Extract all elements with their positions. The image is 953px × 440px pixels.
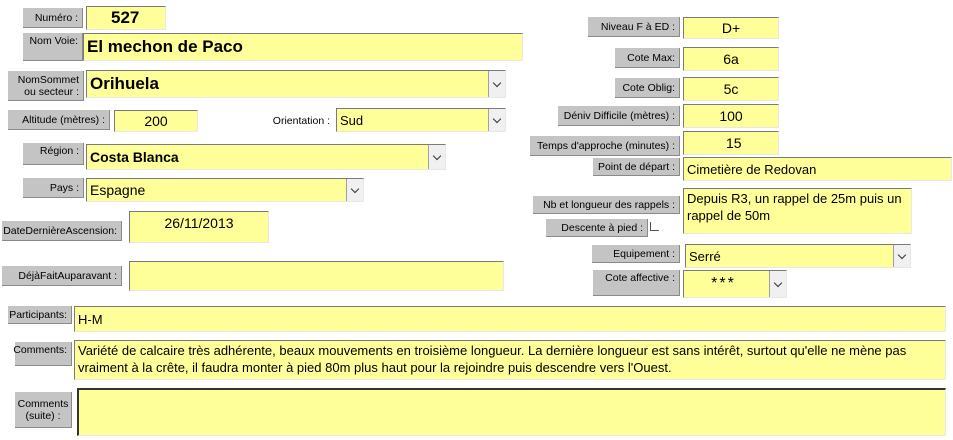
date-derniere-label: DateDernièreAscension: <box>2 221 122 241</box>
nom-sommet-value: Orihuela <box>90 74 159 93</box>
region-dropdown-button[interactable] <box>428 145 445 169</box>
deniv-label: Déniv Difficile (mètres) : <box>558 106 680 126</box>
temps-label: Temps d'approche (minutes) : <box>530 136 680 156</box>
region-label: Région : <box>23 143 84 165</box>
cote-affective-combo[interactable]: *** <box>683 270 787 298</box>
chevron-down-icon <box>492 78 502 87</box>
deja-fait-field[interactable] <box>129 261 504 291</box>
descente-label: Descente à pied : <box>546 219 648 237</box>
cote-max-label: Cote Max: <box>615 48 680 68</box>
participants-field[interactable]: H-M <box>74 306 946 332</box>
equipement-combo[interactable]: Serré <box>685 244 911 268</box>
numero-field[interactable]: 527 <box>86 6 166 30</box>
cote-oblig-field[interactable]: 5c <box>683 77 779 101</box>
chevron-down-icon <box>350 184 360 193</box>
orientation-value: Sud <box>340 112 364 128</box>
chevron-down-icon <box>492 114 502 123</box>
rappels-field[interactable]: Depuis R3, un rappel de 25m puis un rapp… <box>683 188 912 234</box>
pays-label: Pays : <box>23 178 84 198</box>
participants-label: Participants: <box>8 306 72 324</box>
nom-voie-label: Nom Voie: <box>23 33 83 61</box>
region-value: Costa Blanca <box>90 149 179 165</box>
equipement-label: Equipement : <box>592 245 680 263</box>
niveau-label: Niveau F à ED : <box>588 17 680 37</box>
deja-fait-label: DéjàFaitAuparavant : <box>2 266 122 286</box>
niveau-field[interactable]: D+ <box>683 17 779 39</box>
nom-sommet-combo[interactable]: Orihuela <box>86 70 506 98</box>
pays-value: Espagne <box>90 182 146 198</box>
descente-checkbox[interactable] <box>650 222 659 231</box>
cote-max-field[interactable]: 6a <box>683 47 779 71</box>
point-depart-field[interactable]: Cimetière de Redovan <box>683 157 952 181</box>
pays-dropdown-button[interactable] <box>346 179 363 201</box>
altitude-field[interactable]: 200 <box>114 110 198 132</box>
equipement-value: Serré <box>689 248 721 264</box>
nom-sommet-dropdown-button[interactable] <box>488 71 505 97</box>
rappels-label: Nb et longueur des rappels : <box>533 196 680 214</box>
chevron-down-icon <box>773 278 783 287</box>
comments-label: Comments: <box>13 342 72 366</box>
date-derniere-field[interactable]: 26/11/2013 <box>129 211 269 243</box>
cote-oblig-label: Cote Oblig: <box>615 78 680 98</box>
comments-suite-field[interactable] <box>77 388 946 436</box>
numero-label: Numéro : <box>23 8 83 28</box>
chevron-down-icon <box>897 250 907 259</box>
comments-suite-label: Comments (suite) : <box>15 392 72 428</box>
deniv-field[interactable]: 100 <box>683 104 779 128</box>
cote-affective-label: Cote affective : <box>593 270 680 296</box>
point-depart-label: Point de départ : <box>593 158 680 176</box>
chevron-down-icon <box>432 151 442 160</box>
comments-field[interactable]: Variété de calcaire très adhérente, beau… <box>74 340 946 380</box>
orientation-dropdown-button[interactable] <box>488 109 505 131</box>
pays-combo[interactable]: Espagne <box>86 178 364 202</box>
orientation-combo[interactable]: Sud <box>336 108 506 132</box>
cote-affective-dropdown-button[interactable] <box>769 271 786 297</box>
orientation-label: Orientation : <box>272 115 330 127</box>
nom-sommet-label: NomSommet ou secteur : <box>8 71 84 101</box>
cote-affective-value: *** <box>711 275 736 292</box>
altitude-label: Altitude (mètres) : <box>8 110 110 130</box>
equipement-dropdown-button[interactable] <box>893 245 910 267</box>
region-combo[interactable]: Costa Blanca <box>86 144 446 170</box>
nom-voie-field[interactable]: El mechon de Paco <box>83 33 523 61</box>
temps-field[interactable]: 15 <box>683 131 779 155</box>
